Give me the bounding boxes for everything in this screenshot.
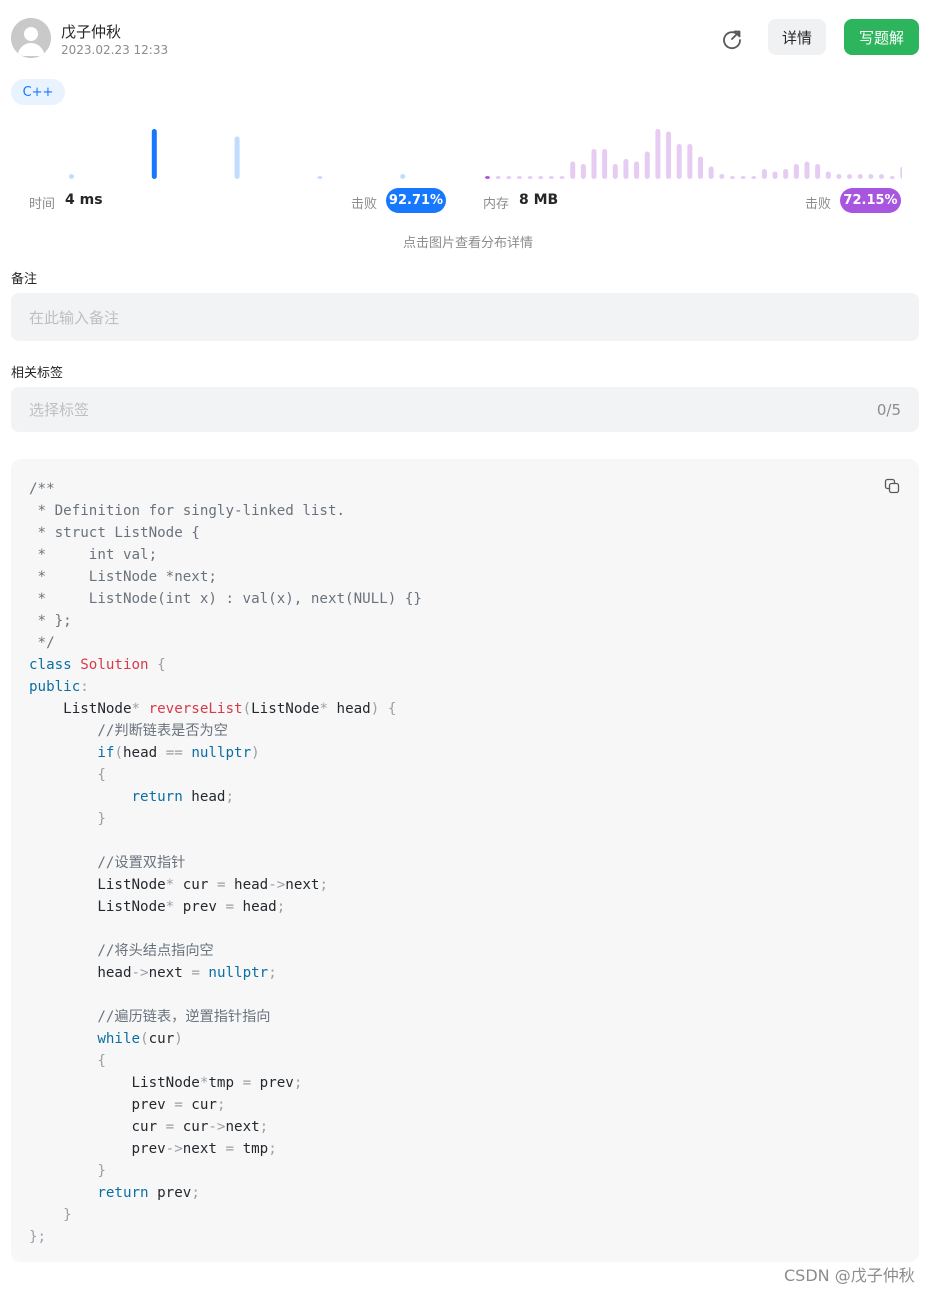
chart-bar (234, 136, 240, 179)
chart-bar (751, 176, 757, 179)
chart-bar (868, 174, 874, 179)
chart-bar (623, 159, 629, 179)
chart-bar (761, 169, 767, 179)
language-tag[interactable]: C++ (11, 79, 65, 105)
chart-bar (889, 176, 895, 179)
chart-bar (772, 171, 778, 179)
solution-page: { "user": {"name": "戊子仲秋", "date": "2023… (0, 0, 936, 1290)
chart-bar (506, 176, 512, 179)
notes-placeholder: 在此输入备注 (29, 308, 120, 327)
chart-bar (644, 151, 650, 179)
chart-bar (485, 176, 490, 179)
chart-bar (527, 176, 533, 179)
solution-code: /** * Definition for singly-linked list.… (29, 481, 422, 1245)
chart-bar (847, 174, 853, 179)
chart-bar (570, 161, 576, 179)
chart-bar (900, 166, 902, 179)
notes-label: 备注 (11, 272, 38, 287)
memory-value: 8 MB (519, 192, 559, 208)
chart-bar (69, 174, 74, 179)
chart-bar (729, 176, 735, 179)
chart-bar (676, 144, 682, 179)
memory-label: 内存 (483, 197, 510, 212)
tags-select[interactable]: 选择标签 0/5 (11, 387, 919, 432)
time-value: 4 ms (65, 192, 103, 208)
time-beat-label: 击败 (351, 197, 378, 212)
chart-bar (740, 176, 746, 179)
memory-beat-badge: 72.15% (840, 188, 901, 213)
chart-bar (655, 129, 661, 179)
notes-input[interactable]: 在此输入备注 (11, 293, 919, 341)
chart-bar (698, 156, 703, 179)
chart-bar (580, 164, 586, 179)
chart-bar (612, 164, 618, 179)
chart-bar (400, 174, 406, 179)
chart-bar (825, 171, 831, 179)
chart-bar (879, 174, 885, 179)
avatar[interactable] (11, 18, 51, 58)
chart-bar (719, 174, 725, 179)
chart-bar (815, 164, 821, 179)
chart-bar (602, 149, 608, 179)
chart-bar (559, 176, 565, 179)
memory-chart[interactable] (482, 126, 902, 180)
runtime-chart-svg (69, 129, 406, 179)
chart-bar (666, 131, 672, 179)
detail-button[interactable]: 详情 (768, 19, 826, 55)
chart-bar (634, 161, 640, 179)
chart-bar (857, 174, 863, 179)
runtime-chart[interactable] (29, 126, 441, 180)
chart-bar (804, 161, 810, 179)
chart-bar (495, 176, 501, 179)
chart-bar (151, 129, 157, 179)
user-name[interactable]: 戊子仲秋 (61, 21, 121, 42)
write-solution-button[interactable]: 写题解 (844, 19, 919, 55)
tags-placeholder: 选择标签 (29, 401, 90, 419)
chart-bar (793, 164, 799, 179)
chart-hint: 点击图片查看分布详情 (402, 236, 533, 251)
time-beat-badge: 92.71% (386, 188, 446, 213)
chart-bar (548, 176, 554, 179)
tags-label: 相关标签 (11, 366, 64, 381)
memory-chart-svg (485, 129, 902, 179)
chart-bar (783, 169, 789, 179)
chart-bar (687, 144, 693, 179)
copy-icon[interactable] (884, 478, 900, 494)
chart-bar (516, 176, 522, 179)
tags-count: 0/5 (876, 400, 901, 419)
submission-date: 2023.02.23 12:33 (61, 43, 169, 57)
chart-bar (317, 176, 323, 179)
chart-bar (836, 174, 842, 179)
chart-bar (591, 149, 597, 179)
memory-beat-label: 击败 (805, 197, 832, 212)
chart-bar (708, 166, 714, 179)
chart-bar (538, 176, 544, 179)
refresh-icon[interactable] (719, 26, 745, 52)
watermark: CSDN @戊子仲秋 (784, 1266, 915, 1285)
time-label: 时间 (29, 197, 56, 212)
